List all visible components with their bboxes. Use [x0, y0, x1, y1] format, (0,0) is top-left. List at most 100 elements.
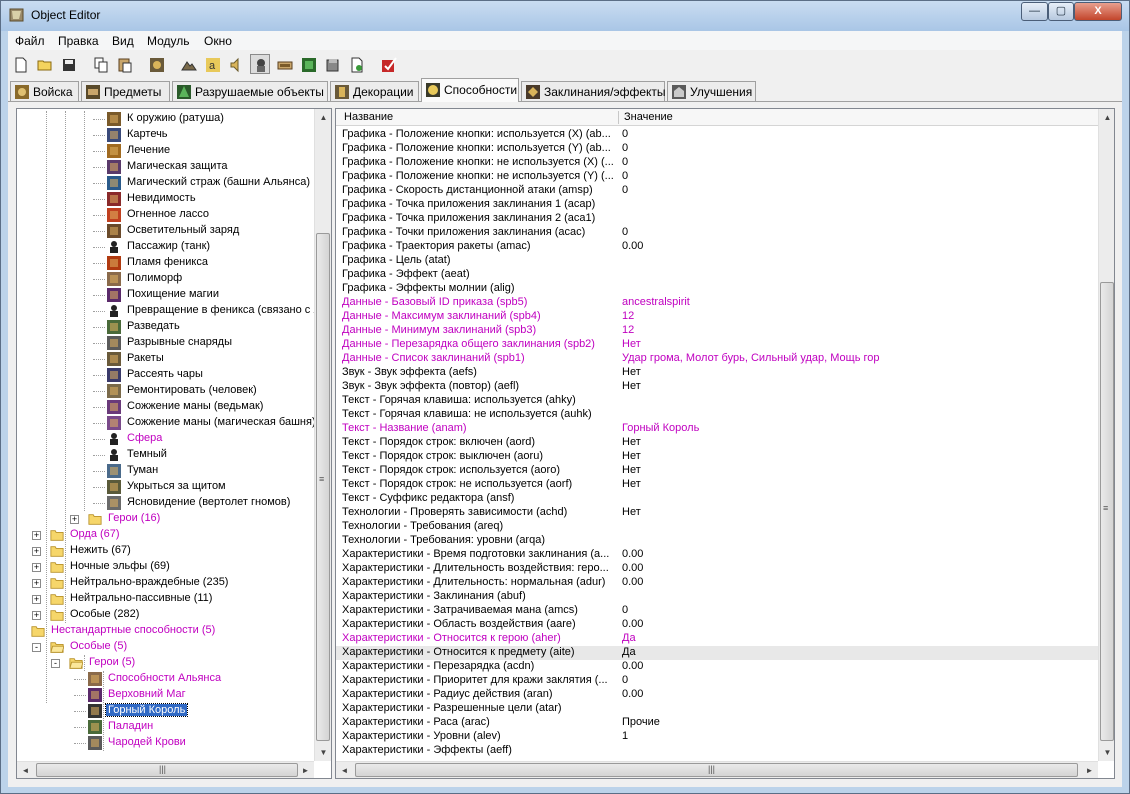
property-row[interactable]: Текст - Порядок строк: используется (aor… [336, 464, 1098, 478]
expand-icon[interactable]: + [32, 563, 41, 572]
property-row[interactable]: Текст - Порядок строк: выключен (aoru) Не… [336, 450, 1098, 464]
scroll-thumb[interactable]: ||| [36, 763, 298, 777]
menu-edit[interactable]: Правка [58, 34, 99, 48]
property-row[interactable]: Характеристики - Уровни (alev) 1 [336, 730, 1098, 744]
menu-window[interactable]: Окно [204, 34, 232, 48]
tab-upgrades[interactable]: Улучшения [667, 81, 756, 101]
ai-button[interactable] [322, 54, 342, 74]
terrain-button[interactable] [178, 54, 198, 74]
tab-abilities[interactable]: Способности [421, 78, 519, 102]
property-row[interactable]: Характеристики - Раса (arac) Прочие [336, 716, 1098, 730]
tab-items[interactable]: Предметы [81, 81, 170, 101]
column-value-header[interactable]: Значение [624, 111, 673, 123]
property-row[interactable]: Текст - Горячая клавиша: не используется… [336, 408, 1098, 422]
property-row[interactable]: Данные - Максимум заклинаний (spb4) 12 [336, 310, 1098, 324]
property-value[interactable]: Нет [622, 338, 641, 350]
import-button[interactable] [346, 54, 366, 74]
scroll-right-arrow[interactable]: ► [297, 762, 314, 778]
scroll-down-arrow[interactable]: ▼ [315, 744, 331, 761]
property-row[interactable]: Текст - Порядок строк: включен (aord) Нет [336, 436, 1098, 450]
menu-view[interactable]: Вид [112, 34, 134, 48]
property-value[interactable]: Нет [622, 506, 641, 518]
title-bar[interactable]: Object Editor — ▢ X [1, 1, 1129, 31]
scroll-right-arrow[interactable]: ► [1081, 762, 1098, 778]
property-value[interactable]: 0 [622, 674, 628, 686]
new-button[interactable] [10, 54, 30, 74]
sound-button[interactable] [226, 54, 246, 74]
minimize-button[interactable]: — [1021, 2, 1048, 21]
property-value[interactable]: Да [622, 632, 636, 644]
property-row[interactable]: Характеристики - Заклинания (abuf) [336, 590, 1098, 604]
property-value[interactable]: Прочие [622, 716, 660, 728]
property-row[interactable]: Графика - Точка приложения заклинания 2 … [336, 212, 1098, 226]
property-row[interactable]: Характеристики - Время подготовки заклин… [336, 548, 1098, 562]
scroll-up-arrow[interactable]: ▲ [1099, 109, 1114, 126]
property-row[interactable]: Данные - Список заклинаний (spb1) Удар гр… [336, 352, 1098, 366]
property-value[interactable]: 0.00 [622, 548, 643, 560]
property-row[interactable]: Характеристики - Радиус действия (aran) 0… [336, 688, 1098, 702]
scroll-thumb[interactable]: ≡ [1100, 282, 1114, 741]
save-button[interactable] [58, 54, 78, 74]
property-row[interactable]: Графика - Траектория ракеты (amac) 0.00 [336, 240, 1098, 254]
property-row[interactable]: Текст - Горячая клавиша: используется (a… [336, 394, 1098, 408]
copy-button[interactable] [90, 54, 110, 74]
menu-file[interactable]: Файл [15, 34, 45, 48]
expand-icon[interactable]: + [32, 579, 41, 588]
property-value[interactable]: 12 [622, 324, 634, 336]
property-row[interactable]: Графика - Точки приложения заклинания (a… [336, 226, 1098, 240]
property-row[interactable]: Графика - Точка приложения заклинания 1 … [336, 198, 1098, 212]
scroll-thumb[interactable]: ≡ [316, 233, 330, 741]
property-value[interactable]: 0 [622, 604, 628, 616]
region-button[interactable] [298, 54, 318, 74]
collapse-icon[interactable]: - [51, 659, 60, 668]
property-row[interactable]: Графика - Положение кнопки: не используе… [336, 170, 1098, 184]
property-value[interactable]: Удар грома, Молот бурь, Сильный удар, Мо… [622, 352, 880, 364]
menu-module[interactable]: Модуль [147, 34, 190, 48]
grid-vertical-scrollbar[interactable]: ▲ ≡ ▼ [1098, 109, 1114, 761]
test-map-button[interactable] [378, 54, 398, 74]
property-row[interactable]: Характеристики - Затрачиваемая мана (amc… [336, 604, 1098, 618]
property-row[interactable]: Данные - Перезарядка общего заклинания (… [336, 338, 1098, 352]
property-row[interactable]: Графика - Эффекты молнии (alig) [336, 282, 1098, 296]
property-row[interactable]: Характеристики - Эффекты (aeff) [336, 744, 1098, 758]
paste-button[interactable] [114, 54, 134, 74]
property-value[interactable]: 0 [622, 142, 628, 154]
doodad-button[interactable]: a [202, 54, 222, 74]
property-value[interactable]: Горный Король [622, 422, 699, 434]
expand-icon[interactable]: + [70, 515, 79, 524]
property-row[interactable]: Данные - Минимум заклинаний (spb3) 12 [336, 324, 1098, 338]
column-name-header[interactable]: Название [344, 111, 393, 123]
property-value[interactable]: 0 [622, 156, 628, 168]
object-editor-button[interactable] [250, 54, 270, 74]
properties-grid[interactable]: Название Значение Графика - Положение кн… [335, 108, 1115, 779]
property-row[interactable]: Звук - Звук эффекта (aefs) Нет [336, 366, 1098, 380]
property-row[interactable]: Графика - Скорость дистанционной атаки (… [336, 184, 1098, 198]
expand-icon[interactable]: + [32, 595, 41, 604]
property-row[interactable]: Характеристики - Относится к герою (aher… [336, 632, 1098, 646]
scroll-up-arrow[interactable]: ▲ [315, 109, 331, 126]
property-value[interactable]: 12 [622, 310, 634, 322]
property-row[interactable]: Графика - Положение кнопки: не используе… [336, 156, 1098, 170]
property-row[interactable]: Характеристики - Область воздействия (aa… [336, 618, 1098, 632]
tree-horizontal-scrollbar[interactable]: ◄ ||| ► [17, 761, 314, 778]
grid-horizontal-scrollbar[interactable]: ◄ ||| ► [336, 761, 1098, 778]
scroll-left-arrow[interactable]: ◄ [17, 762, 34, 778]
collapse-icon[interactable]: - [32, 643, 41, 652]
property-row[interactable]: Текст - Название (anam) Горный Король [336, 422, 1098, 436]
property-value[interactable]: ancestralspirit [622, 296, 690, 308]
property-value[interactable]: 0.00 [622, 562, 643, 574]
object-tree[interactable]: К оружию (ратуша) Картечь Лечение Магическа… [16, 108, 332, 779]
property-value[interactable]: 0 [622, 184, 628, 196]
expand-icon[interactable]: + [32, 611, 41, 620]
tab-buffs[interactable]: Заклинания/эффекты [521, 81, 666, 101]
property-value[interactable]: 0.00 [622, 618, 643, 630]
property-row[interactable]: Графика - Положение кнопки: используется… [336, 128, 1098, 142]
property-row[interactable]: Данные - Базовый ID приказа (spb5) ancest… [336, 296, 1098, 310]
property-value[interactable]: 0 [622, 128, 628, 140]
property-value[interactable]: 1 [622, 730, 628, 742]
property-row[interactable]: Текст - Порядок строк: не используется (… [336, 478, 1098, 492]
property-row[interactable]: Характеристики - Длительность: нормальна… [336, 576, 1098, 590]
column-divider[interactable] [618, 111, 619, 124]
maximize-button[interactable]: ▢ [1048, 2, 1074, 21]
property-row[interactable]: Характеристики - Относится к предмету (a… [336, 646, 1098, 660]
